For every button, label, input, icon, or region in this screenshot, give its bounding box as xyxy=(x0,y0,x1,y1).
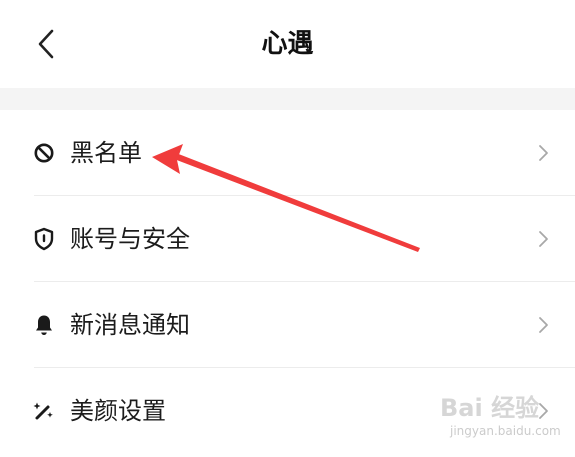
settings-item-account-security[interactable]: 账号与安全 xyxy=(0,196,575,282)
top-bar: 心遇 xyxy=(0,0,575,88)
settings-item-label: 账号与安全 xyxy=(70,225,190,253)
chevron-right-icon xyxy=(539,403,548,419)
page-title: 心遇 xyxy=(261,29,314,59)
settings-item-beauty[interactable]: 美颜设置 xyxy=(0,368,575,454)
block-icon xyxy=(32,141,56,165)
section-separator xyxy=(0,88,575,110)
chevron-right-icon xyxy=(539,317,548,333)
bell-icon xyxy=(32,313,56,337)
settings-item-blacklist[interactable]: 黑名单 xyxy=(0,110,575,196)
settings-item-label: 新消息通知 xyxy=(70,311,190,339)
chevron-right-icon xyxy=(539,145,548,161)
beauty-wand-icon xyxy=(32,399,56,423)
shield-icon xyxy=(32,227,56,251)
settings-item-label: 黑名单 xyxy=(70,139,142,167)
chevron-right-icon xyxy=(539,231,548,247)
settings-item-label: 美颜设置 xyxy=(70,397,166,425)
settings-item-notifications[interactable]: 新消息通知 xyxy=(0,282,575,368)
settings-list: 黑名单 账号与安全 新消息通知 美颜设置 xyxy=(0,110,575,454)
